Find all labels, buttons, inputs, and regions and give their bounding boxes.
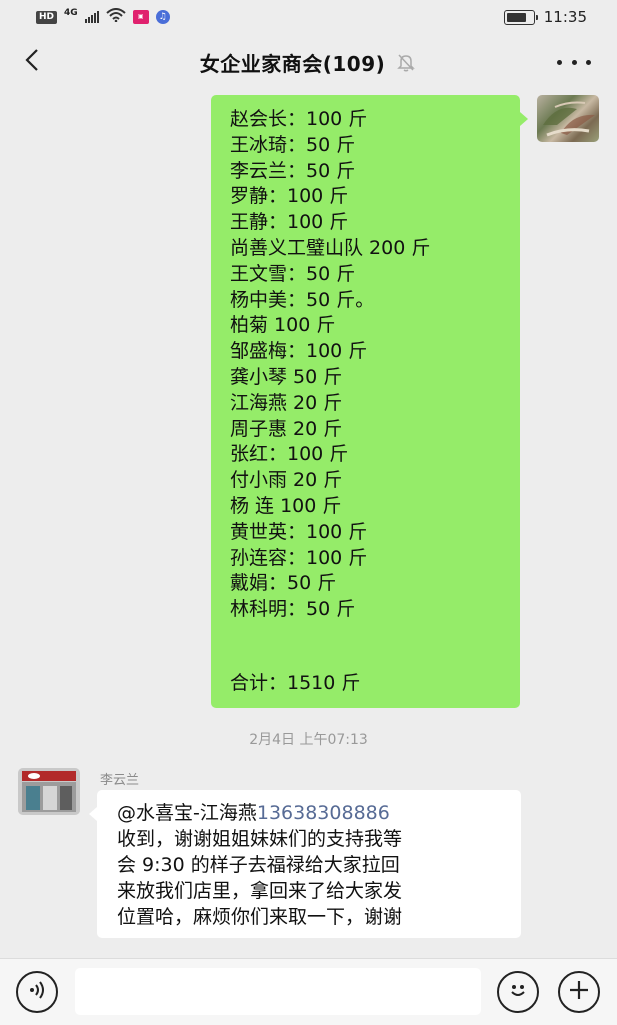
outgoing-line: 柏菊 100 斤 bbox=[230, 314, 336, 337]
plus-button[interactable] bbox=[558, 971, 600, 1013]
outgoing-line: 张红：100 斤 bbox=[230, 443, 349, 466]
outgoing-line: 李云兰：50 斤 bbox=[230, 159, 356, 182]
back-button[interactable] bbox=[18, 47, 46, 77]
outgoing-line: 周子惠 20 斤 bbox=[230, 417, 343, 440]
voice-button[interactable] bbox=[16, 971, 58, 1013]
incoming-line: 来放我们店里，拿回来了给大家发 bbox=[117, 880, 403, 902]
sender-name: 李云兰 bbox=[100, 773, 140, 788]
outgoing-line: 罗静：100 斤 bbox=[230, 185, 349, 208]
incoming-line: 收到，谢谢姐姐妹妹们的支持我等 bbox=[117, 828, 403, 850]
incoming-mention-line: @水喜宝-江海燕13638308886 bbox=[117, 800, 511, 826]
outgoing-total: 合计：1510 斤 bbox=[230, 672, 361, 694]
incoming-message-bubble[interactable]: @水喜宝-江海燕13638308886 收到，谢谢姐姐妹妹们的支持我等会 9:3… bbox=[89, 790, 521, 938]
incoming-line: 会 9:30 的样子去福禄给大家拉回 bbox=[117, 854, 400, 876]
outgoing-line: 付小雨 20 斤 bbox=[230, 469, 343, 492]
more-dots-icon bbox=[557, 59, 562, 65]
battery-level bbox=[506, 12, 526, 22]
outgoing-line: 赵会长：100 斤 bbox=[230, 108, 368, 130]
hd-indicator: HD bbox=[36, 10, 58, 24]
outgoing-line: 江海燕 20 斤 bbox=[230, 391, 343, 414]
outgoing-line: 龚小琴 50 斤 bbox=[230, 365, 343, 388]
chat-title: 女企业家商会(109) bbox=[199, 51, 386, 76]
incoming-line: 位置哈，麻烦你们来取一下，谢谢 bbox=[117, 906, 403, 928]
chat-header: 女企业家商会(109) bbox=[0, 34, 617, 90]
outgoing-line: 黄世英：100 斤 bbox=[230, 520, 368, 543]
battery-icon bbox=[503, 9, 538, 25]
outgoing-line: 王文雪：50 斤 bbox=[230, 262, 356, 285]
outgoing-line: 杨 连 100 斤 bbox=[230, 494, 342, 517]
voice-icon bbox=[26, 979, 48, 1005]
outgoing-line: 戴娟：50 斤 bbox=[230, 572, 337, 595]
emoji-button[interactable] bbox=[497, 971, 539, 1013]
status-left: HD 4G ▣ ♫ bbox=[36, 8, 170, 26]
app-notification-icon: ▣ bbox=[132, 10, 149, 24]
chevron-left-icon bbox=[24, 48, 40, 76]
status-time: 11:35 bbox=[543, 8, 587, 26]
outgoing-line: 杨中美：50 斤。 bbox=[230, 288, 375, 311]
outgoing-line: 林科明：50 斤 bbox=[230, 598, 356, 621]
status-right: 11:35 bbox=[503, 8, 587, 26]
signal-icon bbox=[84, 11, 99, 23]
network-type: 4G bbox=[64, 8, 78, 18]
outgoing-line: 王冰琦：50 斤 bbox=[230, 133, 356, 156]
outgoing-message-text: 赵会长：100 斤王冰琦：50 斤李云兰：50 斤罗静：100 斤王静：100 … bbox=[230, 107, 510, 623]
my-avatar[interactable] bbox=[537, 95, 599, 142]
plus-icon bbox=[567, 978, 591, 1006]
bell-off-icon bbox=[395, 51, 417, 73]
message-input[interactable] bbox=[75, 968, 481, 1015]
outgoing-line: 孙连容：100 斤 bbox=[230, 546, 368, 569]
music-notification-icon: ♫ bbox=[155, 10, 170, 24]
incoming-message-text: 收到，谢谢姐姐妹妹们的支持我等会 9:30 的样子去福禄给大家拉回 来放我们店里，… bbox=[117, 826, 511, 930]
more-button[interactable] bbox=[557, 52, 591, 72]
outgoing-line: 邹盛梅：100 斤 bbox=[230, 340, 368, 363]
outgoing-message-bubble[interactable]: 赵会长：100 斤王冰琦：50 斤李云兰：50 斤罗静：100 斤王静：100 … bbox=[211, 95, 528, 708]
outgoing-line: 尚善义工璧山队 200 斤 bbox=[230, 236, 431, 259]
title-wrap: 女企业家商会(109) bbox=[200, 48, 418, 77]
outgoing-line: 王静：100 斤 bbox=[230, 211, 349, 234]
input-bar bbox=[0, 958, 617, 1025]
sender-avatar[interactable] bbox=[18, 768, 80, 815]
mention: @水喜宝-江海燕 bbox=[117, 802, 257, 824]
phone-link[interactable]: 13638308886 bbox=[257, 802, 390, 824]
status-bar: HD 4G ▣ ♫ 11:35 bbox=[0, 0, 617, 34]
wifi-icon bbox=[106, 8, 126, 26]
emoji-icon bbox=[506, 978, 530, 1006]
message-timestamp: 2月4日 上午07:13 bbox=[249, 732, 368, 748]
